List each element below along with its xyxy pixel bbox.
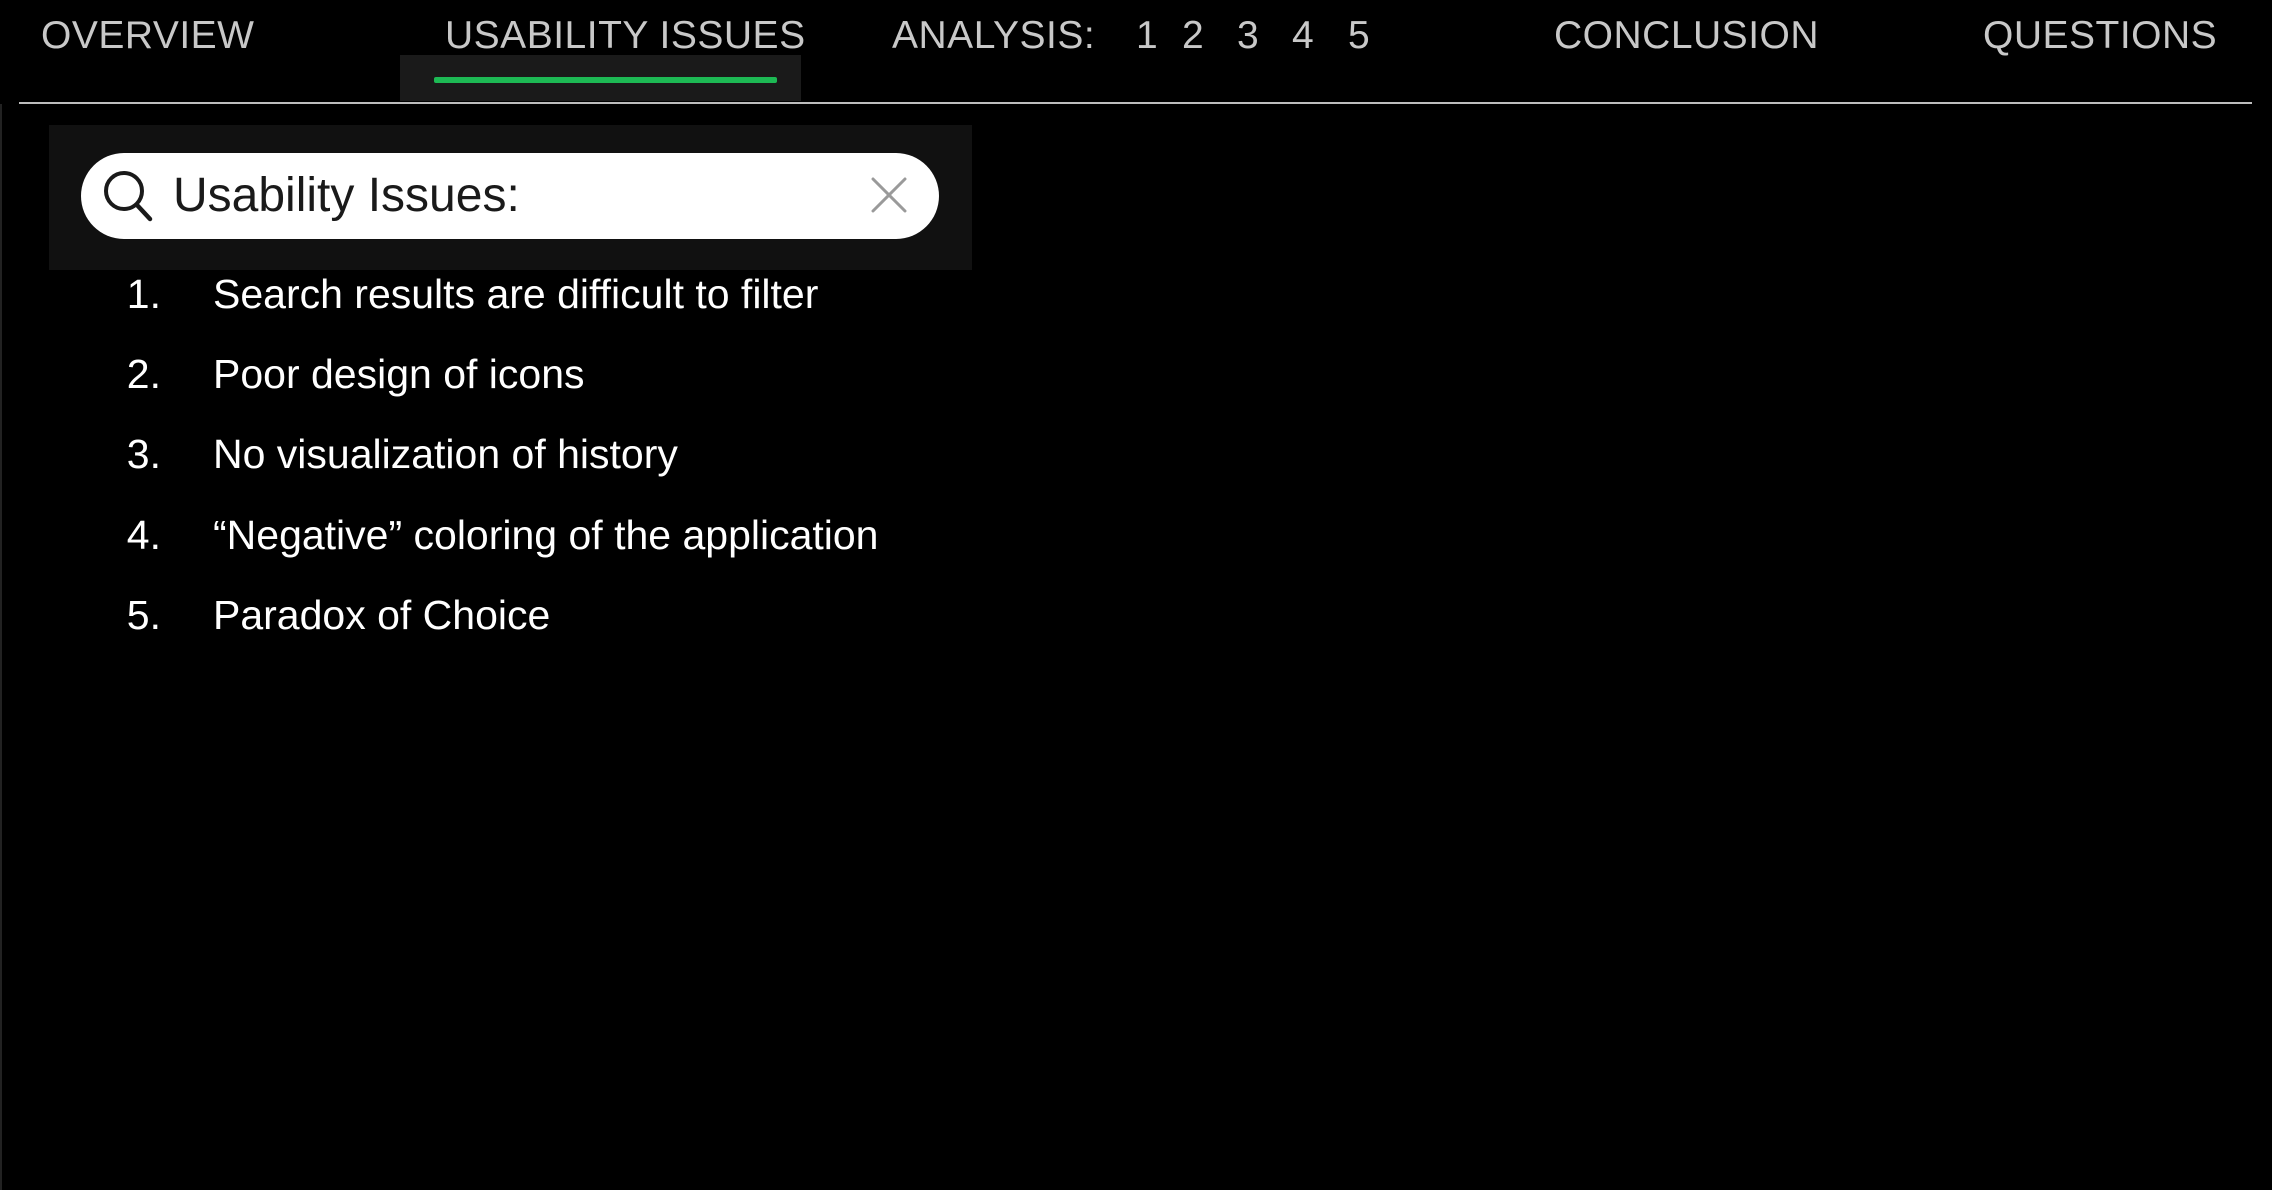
list-item-text: Search results are difficult to filter [213, 271, 819, 317]
left-edge-divider [0, 104, 2, 1190]
list-item-text: Paradox of Choice [213, 592, 551, 638]
list-item-text: No visualization of history [213, 431, 678, 477]
nav-tab-conclusion[interactable]: CONCLUSION [1554, 14, 1819, 58]
list-item-number: 3. [126, 431, 161, 477]
list-item-text: Poor design of icons [213, 351, 585, 397]
list-item-number: 1. [126, 271, 161, 317]
list-item-number: 2. [126, 351, 161, 397]
close-icon[interactable] [869, 175, 909, 215]
nav-tab-usability-issues[interactable]: USABILITY ISSUES [445, 14, 806, 58]
nav-tab-analysis[interactable]: ANALYSIS: [892, 14, 1095, 58]
nav-tab-overview[interactable]: OVERVIEW [41, 14, 255, 58]
nav-analysis-page-4[interactable]: 4 [1292, 14, 1314, 58]
list-item-number: 5. [126, 592, 161, 638]
list-item-text: “Negative” coloring of the application [213, 512, 879, 558]
nav-analysis-page-2[interactable]: 2 [1182, 14, 1204, 58]
search-icon [104, 171, 153, 222]
active-tab-underline [434, 77, 777, 83]
nav-tab-questions[interactable]: QUESTIONS [1983, 14, 2217, 58]
nav-analysis-page-3[interactable]: 3 [1237, 14, 1259, 58]
nav-analysis-page-1[interactable]: 1 [1136, 14, 1158, 58]
list-item-number: 4. [126, 512, 161, 558]
nav-divider [19, 102, 2252, 104]
nav-analysis-page-5[interactable]: 5 [1348, 14, 1370, 58]
top-navigation: OVERVIEW USABILITY ISSUES ANALYSIS: 1 2 … [0, 0, 2272, 104]
search-input-value[interactable]: Usability Issues: [173, 168, 520, 224]
